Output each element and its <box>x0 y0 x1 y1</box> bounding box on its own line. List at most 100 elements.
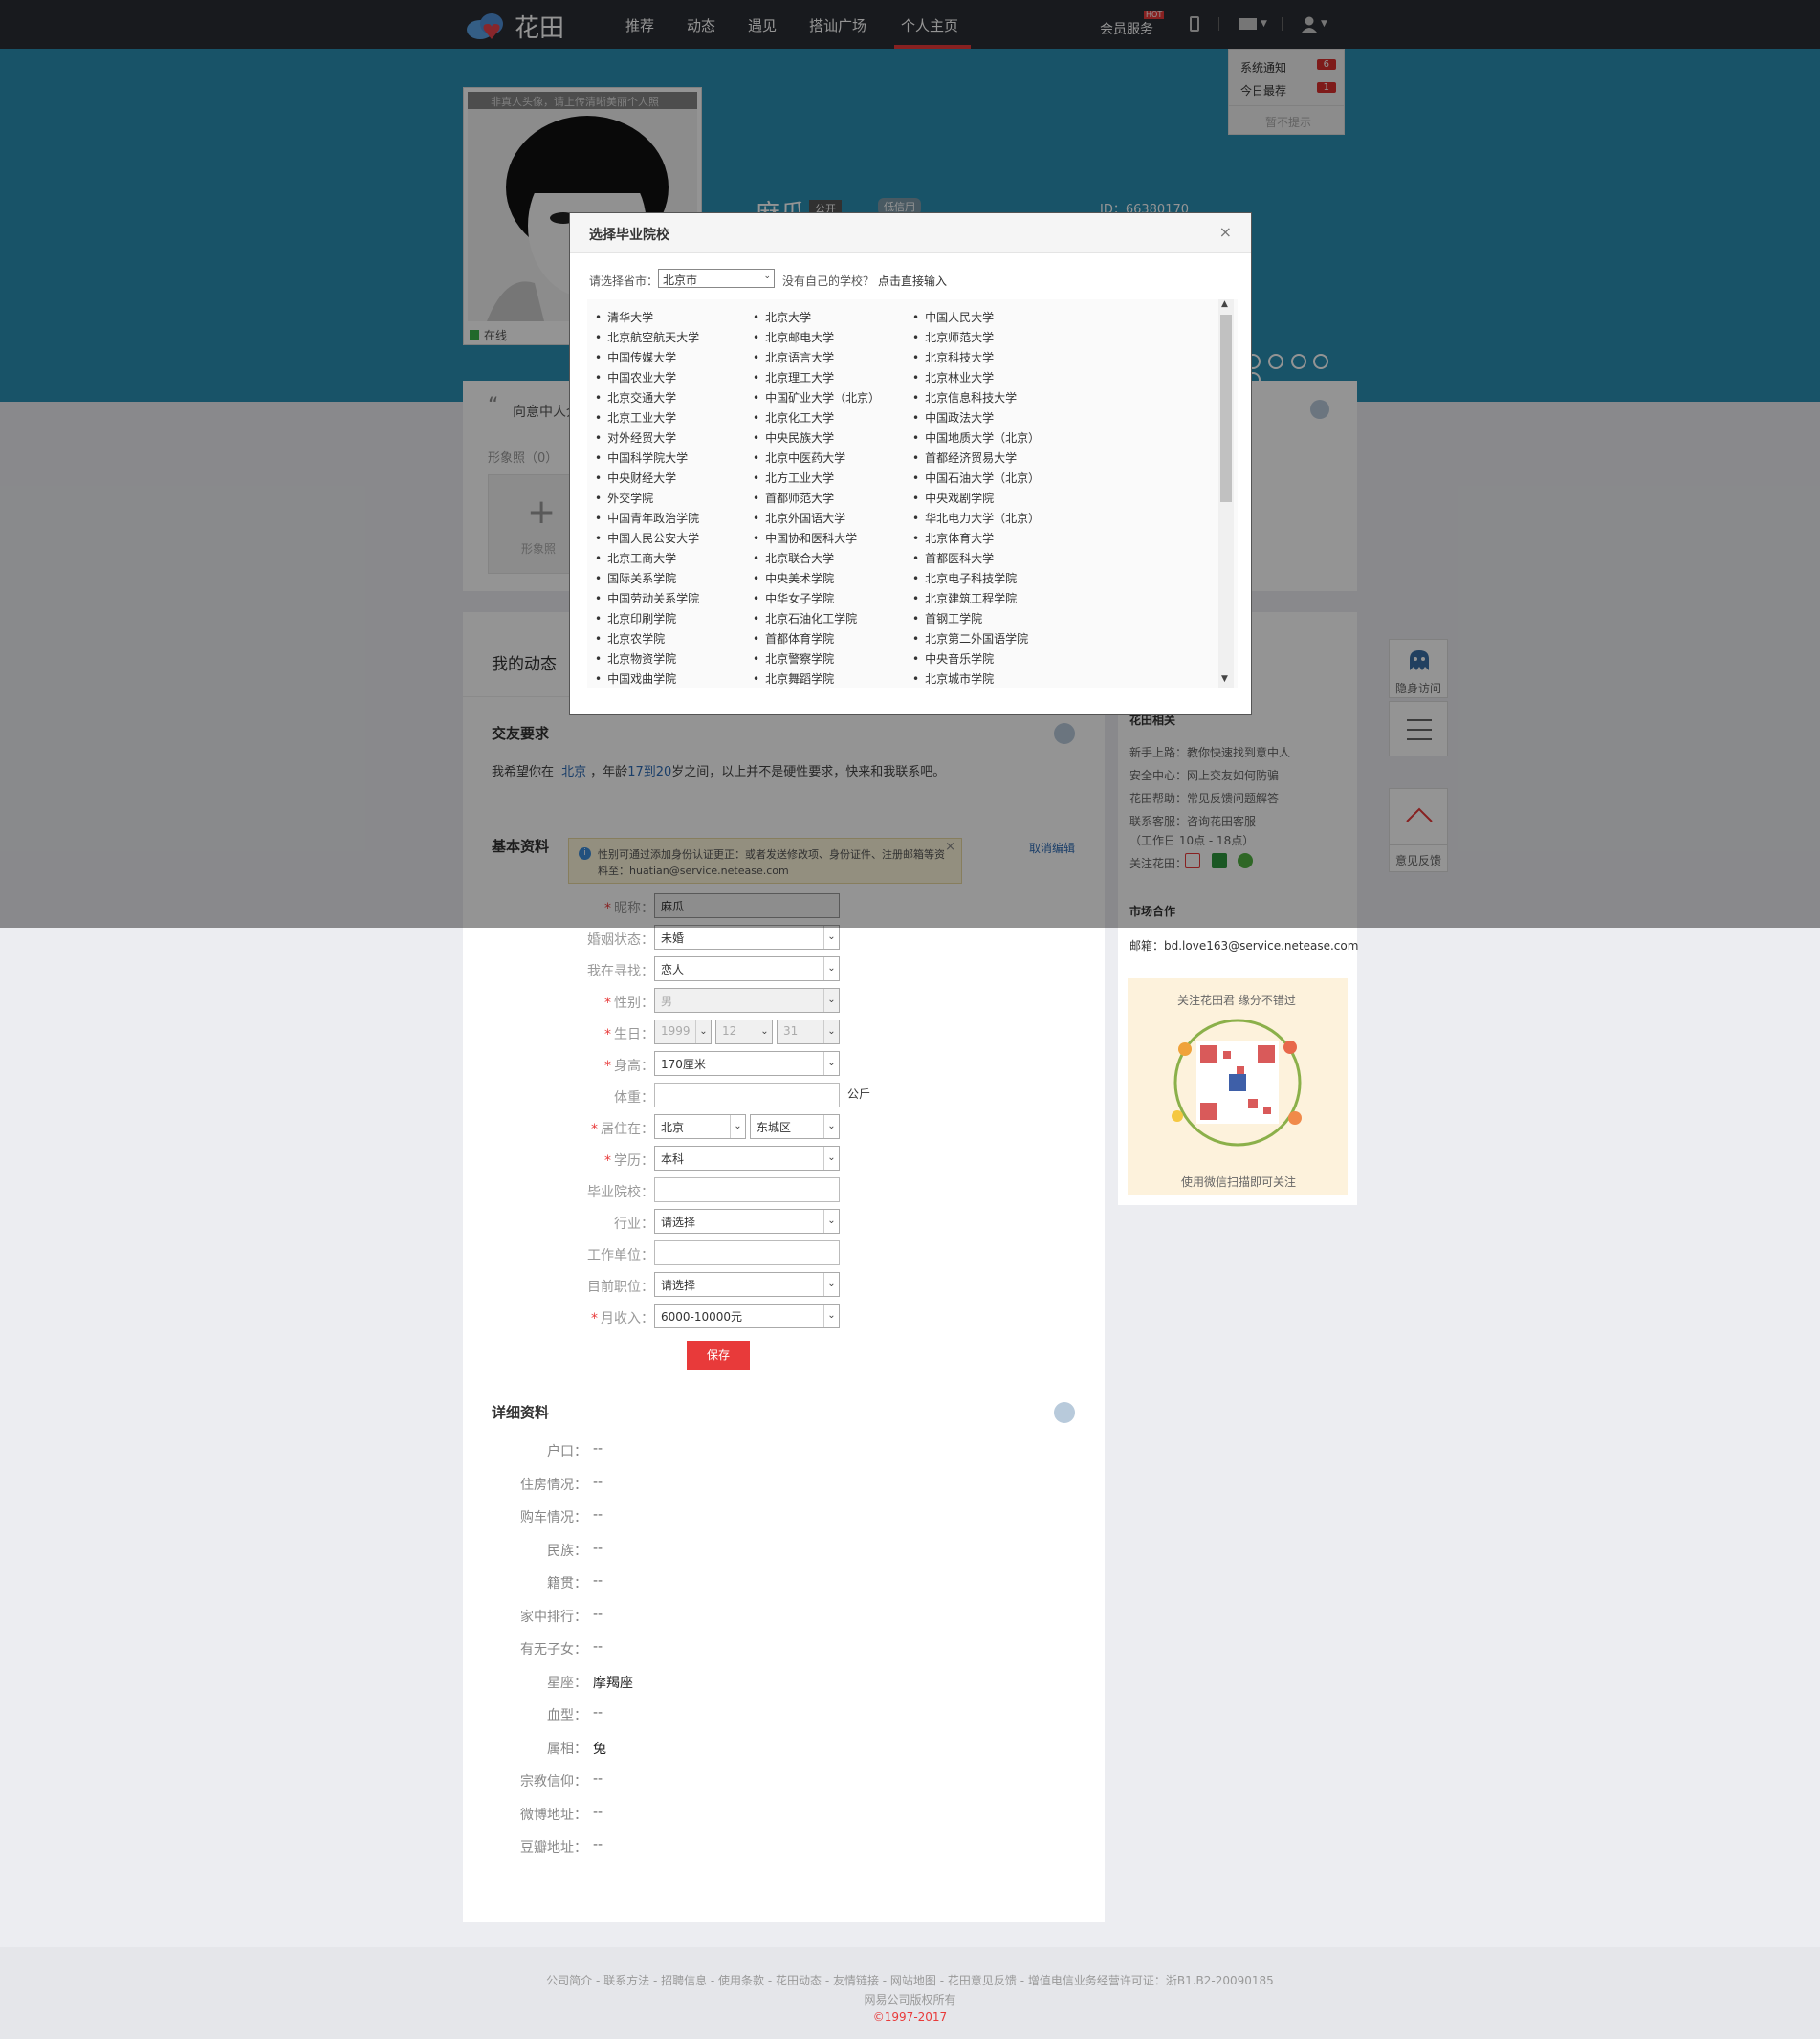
text-input[interactable] <box>654 1177 840 1202</box>
school-option[interactable]: • 中国协和医科大学 <box>753 530 857 546</box>
school-option[interactable]: • 国际关系学院 <box>595 570 676 586</box>
school-option[interactable]: • 中国青年政治学院 <box>595 510 699 526</box>
select-field[interactable]: 北京 ⌄ <box>654 1114 746 1139</box>
school-option[interactable]: • 首钢工学院 <box>912 610 982 626</box>
school-option[interactable]: • 中国地质大学（北京） <box>912 429 1040 446</box>
select-field[interactable]: 请选择 ⌄ <box>654 1209 840 1234</box>
school-option[interactable]: • 中国戏曲学院 <box>595 670 676 687</box>
school-option[interactable]: • 中国农业大学 <box>595 369 676 385</box>
form-label-text: 我在寻找： <box>587 964 654 979</box>
school-option[interactable]: • 北京城市学院 <box>912 670 994 687</box>
select-field[interactable]: 请选择 ⌄ <box>654 1272 840 1297</box>
school-option[interactable]: • 中国科学院大学 <box>595 449 688 466</box>
school-option[interactable]: • 中国劳动关系学院 <box>595 590 699 606</box>
school-option[interactable]: • 首都经济贸易大学 <box>912 449 1017 466</box>
scroll-down-icon[interactable]: ▼ <box>1221 674 1228 684</box>
school-option[interactable]: • 北京林业大学 <box>912 369 994 385</box>
school-option[interactable]: • 外交学院 <box>595 490 653 506</box>
school-option[interactable]: • 北京大学 <box>753 309 811 325</box>
school-option[interactable]: • 北京石油化工学院 <box>753 610 857 626</box>
school-option[interactable]: • 清华大学 <box>595 309 653 325</box>
select-field[interactable]: 6000-10000元 ⌄ <box>654 1304 840 1328</box>
detail-value: -- <box>593 1573 603 1589</box>
school-option[interactable]: • 首都医科大学 <box>912 550 994 566</box>
school-option[interactable]: • 北京舞蹈学院 <box>753 670 834 687</box>
detail-row: 民族： -- <box>501 1534 932 1563</box>
school-option[interactable]: • 北京建筑工程学院 <box>912 590 1017 606</box>
school-option[interactable]: • 北京印刷学院 <box>595 610 676 626</box>
school-name: 北方工业大学 <box>765 471 835 485</box>
bullet-icon: • <box>595 652 603 666</box>
bullet-icon: • <box>912 512 920 525</box>
school-option[interactable]: • 北京电子科技学院 <box>912 570 1017 586</box>
school-option[interactable]: • 中国人民大学 <box>912 309 994 325</box>
close-icon[interactable]: × <box>1219 223 1232 241</box>
school-option[interactable]: • 首都师范大学 <box>753 490 834 506</box>
school-option[interactable]: • 北京警察学院 <box>753 650 834 667</box>
school-option[interactable]: • 北京化工大学 <box>753 409 834 426</box>
bullet-icon: • <box>753 632 760 646</box>
school-option[interactable]: • 北京体育大学 <box>912 530 994 546</box>
edit-icon[interactable] <box>1054 1402 1075 1423</box>
footer-links[interactable]: 公司简介 - 联系方法 - 招聘信息 - 使用条款 - 花田动态 - 友情链接 … <box>0 1972 1820 1988</box>
school-option[interactable]: • 对外经贸大学 <box>595 429 676 446</box>
select-field[interactable]: 本科 ⌄ <box>654 1146 840 1171</box>
school-option[interactable]: • 华北电力大学（北京） <box>912 510 1040 526</box>
school-option[interactable]: • 中央美术学院 <box>753 570 834 586</box>
select-field[interactable]: 男 ⌄ <box>654 988 840 1013</box>
select-field[interactable]: 1999 ⌄ <box>654 1020 712 1044</box>
school-option[interactable]: • 北京航空航天大学 <box>595 329 699 345</box>
scrollbar-thumb[interactable] <box>1220 315 1232 502</box>
school-option[interactable]: • 北京物资学院 <box>595 650 676 667</box>
school-option[interactable]: • 北京理工大学 <box>753 369 834 385</box>
form-row: 毕业院校： <box>501 1177 932 1202</box>
school-option[interactable]: • 中央民族大学 <box>753 429 834 446</box>
school-option[interactable]: • 北京交通大学 <box>595 389 676 406</box>
school-name: 中国地质大学（北京） <box>925 431 1041 445</box>
footer-copyright: 网易公司版权所有 <box>864 1993 956 2006</box>
text-input[interactable] <box>654 1083 840 1107</box>
direct-input-link[interactable]: 点击直接输入 <box>878 273 947 289</box>
bullet-icon: • <box>912 632 920 646</box>
chevron-down-icon: ⌄ <box>823 989 839 1012</box>
school-option[interactable]: • 北京联合大学 <box>753 550 834 566</box>
select-field[interactable]: 31 ⌄ <box>777 1020 840 1044</box>
form-label-text: 行业： <box>614 1217 654 1232</box>
school-option[interactable]: • 北京中医药大学 <box>753 449 845 466</box>
save-button[interactable]: 保存 <box>687 1341 750 1370</box>
school-option[interactable]: • 北京科技大学 <box>912 349 994 365</box>
school-option[interactable]: • 北京邮电大学 <box>753 329 834 345</box>
school-option[interactable]: • 北方工业大学 <box>753 470 834 486</box>
school-option[interactable]: • 北京第二外国语学院 <box>912 630 1028 647</box>
school-option[interactable]: • 中央财经大学 <box>595 470 676 486</box>
province-select[interactable]: 北京市 ⌄ <box>658 269 775 288</box>
select-field[interactable]: 未婚 ⌄ <box>654 925 840 950</box>
text-input[interactable] <box>654 1240 840 1265</box>
school-option[interactable]: • 中央音乐学院 <box>912 650 994 667</box>
select-value: 31 <box>783 1024 799 1038</box>
select-field[interactable]: 恋人 ⌄ <box>654 956 840 981</box>
school-option[interactable]: • 中国传媒大学 <box>595 349 676 365</box>
bullet-icon: • <box>753 471 760 485</box>
scrollbar[interactable]: ▲ ▼ <box>1218 299 1234 688</box>
school-name: 北京科技大学 <box>925 351 995 364</box>
school-option[interactable]: • 北京工业大学 <box>595 409 676 426</box>
school-option[interactable]: • 北京语言大学 <box>753 349 834 365</box>
school-option[interactable]: • 北京外国语大学 <box>753 510 845 526</box>
detail-value: -- <box>593 1606 603 1622</box>
school-option[interactable]: • 北京信息科技大学 <box>912 389 1017 406</box>
school-option[interactable]: • 首都体育学院 <box>753 630 834 647</box>
school-option[interactable]: • 北京师范大学 <box>912 329 994 345</box>
school-option[interactable]: • 中国人民公安大学 <box>595 530 699 546</box>
select-field[interactable]: 12 ⌄ <box>715 1020 773 1044</box>
select-field[interactable]: 170厘米 ⌄ <box>654 1051 840 1076</box>
school-option[interactable]: • 北京农学院 <box>595 630 665 647</box>
select-field[interactable]: 东城区 ⌄ <box>750 1114 840 1139</box>
school-option[interactable]: • 北京工商大学 <box>595 550 676 566</box>
school-option[interactable]: • 中华女子学院 <box>753 590 834 606</box>
scroll-up-icon[interactable]: ▲ <box>1221 299 1228 309</box>
school-option[interactable]: • 中央戏剧学院 <box>912 490 994 506</box>
school-option[interactable]: • 中国石油大学（北京） <box>912 470 1040 486</box>
school-option[interactable]: • 中国政法大学 <box>912 409 994 426</box>
school-option[interactable]: • 中国矿业大学（北京） <box>753 389 880 406</box>
